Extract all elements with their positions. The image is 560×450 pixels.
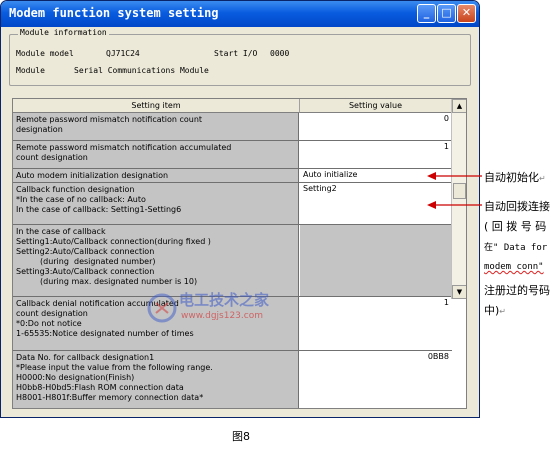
table-row: In the case of callback Setting1:Auto/Ca… <box>13 225 452 297</box>
annotation-callback-line4-text: modem conn" <box>484 262 544 272</box>
setting-value-input[interactable]: 0BB8 <box>300 351 452 408</box>
setting-item-cell: Remote password mismatch notification co… <box>13 113 299 140</box>
setting-value-cell <box>300 225 452 296</box>
annotation-callback-line4: modem conn" <box>484 262 544 272</box>
setting-item-cell: Data No. for callback designation1 *Plea… <box>13 351 299 408</box>
start-io-value: 0000 <box>270 49 290 58</box>
setting-item-cell: Auto modem initialization designation <box>13 169 299 182</box>
annotation-callback-line2: ( 回 拨 号 码 <box>484 220 547 233</box>
modem-setting-window: Modem function system setting _ □ ✕ Modu… <box>0 0 480 418</box>
setting-value-input[interactable]: 1 <box>300 297 452 350</box>
module-label: Module <box>16 66 45 75</box>
module-value: Serial Communications Module <box>74 66 209 75</box>
module-information-group: Module information Module model QJ71C24 … <box>9 28 471 86</box>
vertical-scrollbar[interactable]: ▲ ▼ <box>451 99 466 299</box>
annotation-callback-line6: 中)↵ <box>484 302 506 318</box>
callback-case-indent1: (during designated number) <box>40 257 156 266</box>
maximize-button[interactable]: □ <box>437 4 456 23</box>
setting-value-input[interactable]: 0 <box>300 113 452 140</box>
table-row: Callback function designation *In the ca… <box>13 183 452 225</box>
annotation-callback-line5: 注册过的号码 <box>484 284 550 297</box>
setting-value-input[interactable]: 1 <box>300 141 452 168</box>
annotation-callback-line3: 在" Data for <box>484 243 548 253</box>
scroll-thumb[interactable] <box>453 183 466 199</box>
module-model-value: QJ71C24 <box>106 49 140 58</box>
setting-value-header: Setting value <box>300 99 452 113</box>
setting-item-cell: Remote password mismatch notification ac… <box>13 141 299 168</box>
close-button[interactable]: ✕ <box>457 4 476 23</box>
start-io-label: Start I/O <box>214 49 258 58</box>
callback-case-indent2: (during max. designated number is 10) <box>40 277 198 286</box>
setting-item-header: Setting item <box>13 99 300 113</box>
return-mark-icon: ↵ <box>539 174 546 183</box>
scroll-down-icon[interactable]: ▼ <box>452 285 466 299</box>
scroll-up-icon[interactable]: ▲ <box>452 99 466 113</box>
setting-item-cell: Callback denial notification accumulated… <box>13 297 299 350</box>
annotation-text: 自动初始化 <box>484 171 539 184</box>
annotation-text: 中) <box>484 304 500 317</box>
minimize-button[interactable]: _ <box>417 4 436 23</box>
table-row: Remote password mismatch notification co… <box>13 113 452 141</box>
figure-caption: 图8 <box>232 430 250 443</box>
table-row: Auto modem initialization designation Au… <box>13 169 452 183</box>
setting-item-cell: In the case of callback Setting1:Auto/Ca… <box>13 225 299 296</box>
auto-modem-init-select[interactable]: Auto initialize <box>300 169 452 182</box>
title-bar[interactable]: Modem function system setting _ □ ✕ <box>1 1 479 27</box>
callback-function-select[interactable]: Setting2 <box>300 183 452 224</box>
table-row: Data No. for callback designation1 *Plea… <box>13 351 452 408</box>
callback-case-text: In the case of callback Setting1:Auto/Ca… <box>16 227 211 256</box>
module-model-label: Module model <box>16 49 74 58</box>
module-information-legend: Module information <box>18 28 109 37</box>
window-title: Modem function system setting <box>9 6 219 20</box>
table-row: Callback denial notification accumulated… <box>13 297 452 351</box>
return-mark-icon: ↵ <box>499 307 506 316</box>
table-row: Remote password mismatch notification ac… <box>13 141 452 169</box>
annotation-auto-init: 自动初始化↵ <box>484 169 546 185</box>
callback-case-setting3: Setting3:Auto/Callback connection <box>16 267 155 276</box>
setting-item-cell: Callback function designation *In the ca… <box>13 183 299 224</box>
annotation-callback-line1: 自动回拨连接 <box>484 200 550 213</box>
settings-table: Setting item Setting value Remote passwo… <box>12 98 467 409</box>
